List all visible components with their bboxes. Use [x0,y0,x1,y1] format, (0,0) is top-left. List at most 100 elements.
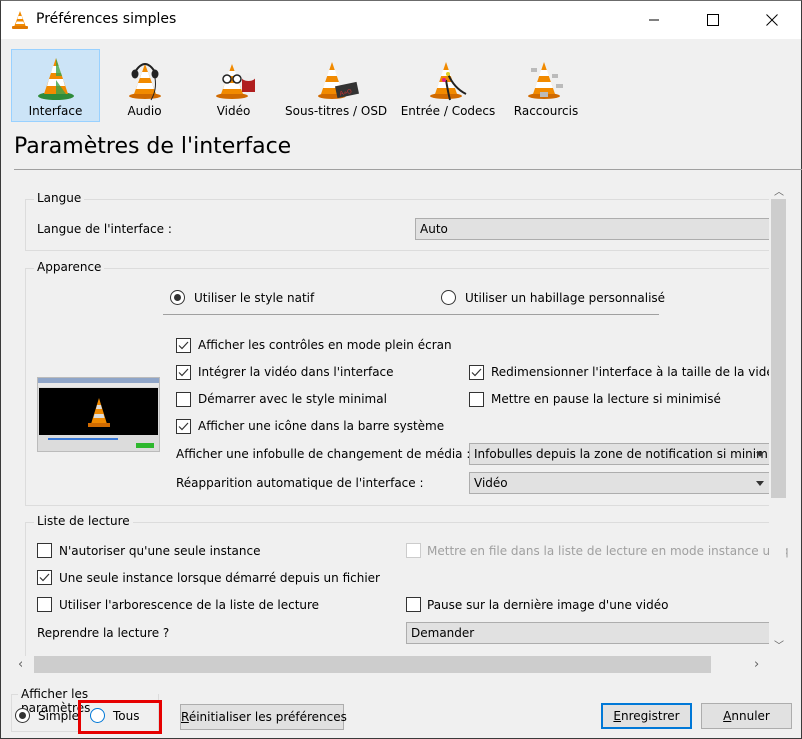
tab-input-codecs-label: Entrée / Codecs [400,104,496,118]
custom-skin-label: Utiliser un habillage personnalisé [465,291,666,305]
tab-shortcuts-label: Raccourcis [513,104,579,118]
group-langue-title: Langue [34,191,85,205]
minimal-style-checkbox[interactable] [176,392,191,407]
scroll-down-icon[interactable]: ﹀ [774,637,784,652]
pause-minimized-label: Mettre en pause la lecture si minimisé [491,392,721,406]
tab-audio[interactable]: Audio [100,49,189,122]
preferences-window: Préférences simples Interface Audio Vidé… [0,0,802,739]
minimize-icon [649,19,659,21]
category-toolbar: Interface Audio Vidéo A»O Sous-titres / … [1,39,801,123]
resize-interface-label: Redimensionner l'interface à la taille d… [491,365,782,379]
group-apparence: Apparence Utiliser le style natif Utilis… [25,260,785,506]
window-title: Préférences simples [36,11,177,27]
reset-label: éinitialiser les préférences [188,710,347,724]
preview-vlc-cone-icon [88,398,110,427]
vertical-scroll-thumb[interactable] [771,199,786,498]
native-style-radio[interactable] [170,290,185,305]
tab-video[interactable]: Vidéo [189,49,278,122]
embed-video-checkbox[interactable] [176,365,191,380]
title-bar: Préférences simples [1,1,801,39]
reset-mnemonic: R [181,710,189,724]
tab-video-label: Vidéo [216,104,251,118]
style-divider [163,314,659,315]
preview-seekbar [48,438,118,440]
auto-reappear-label: Réapparition automatique de l'interface … [176,476,424,490]
horizontal-scrollbar[interactable]: ‹ › [14,656,769,673]
tab-audio-label: Audio [127,104,162,118]
systray-icon-label: Afficher une icône dans la barre système [198,419,445,433]
preview-volume [136,443,154,448]
interface-language-combo[interactable]: Auto [415,218,775,240]
enqueue-instance-label: Mettre en file dans la liste de lecture … [427,544,789,558]
save-button[interactable]: Enregistrer [601,703,692,729]
media-tooltip-value: Infobulles depuis la zone de notificatio… [474,447,768,461]
highlight-annotation [78,700,162,734]
systray-icon-checkbox[interactable] [176,419,191,434]
checkmark-icon [178,368,189,377]
single-instance-checkbox[interactable] [37,543,52,558]
media-tooltip-combo[interactable]: Infobulles depuis la zone de notificatio… [469,443,771,465]
close-button[interactable] [749,1,795,39]
media-tooltip-label: Afficher une infobulle de changement de … [176,447,471,461]
minimal-style-label: Démarrer avec le style minimal [198,392,387,406]
interface-language-value: Auto [420,222,448,236]
vlc-cone-cables-icon [430,62,467,101]
preview-menubar [38,383,159,387]
tab-shortcuts[interactable]: Raccourcis [510,49,582,122]
scroll-right-icon[interactable]: › [754,657,759,672]
native-style-label: Utiliser le style natif [194,291,315,305]
group-apparence-title: Apparence [34,260,105,274]
simple-radio[interactable] [15,708,30,723]
horizontal-scroll-thumb[interactable] [34,656,711,673]
pause-minimized-checkbox[interactable] [469,392,484,407]
scroll-up-icon[interactable]: ︿ [774,183,784,198]
pause-last-frame-label: Pause sur la dernière image d'une vidéo [427,598,669,612]
vlc-cone-keys-icon [528,62,563,99]
vlc-logo-icon [12,11,28,29]
single-instance-label: N'autoriser qu'une seule instance [59,544,261,558]
vertical-scrollbar[interactable]: ︿ ﹀ [769,179,786,656]
cancel-button[interactable]: Annuler [701,703,792,729]
playlist-tree-checkbox[interactable] [37,597,52,612]
playlist-tree-label: Utiliser l'arborescence de la liste de l… [59,598,320,612]
pause-last-frame-checkbox[interactable] [406,597,421,612]
settings-scroll-area: Langue Langue de l'interface : Auto Appa… [14,179,789,656]
tab-subtitles-osd[interactable]: A»O Sous-titres / OSD [284,49,388,122]
single-instance-file-label: Une seule instance lorsque démarré depui… [59,571,380,585]
custom-skin-radio[interactable] [441,290,456,305]
interface-preview-image [37,377,160,452]
save-label: nregistrer [621,709,680,723]
cancel-label: nnuler [731,709,770,723]
interface-language-label: Langue de l'interface : [37,222,172,236]
auto-reappear-combo[interactable]: Vidéo [469,472,771,494]
resume-playback-label: Reprendre la lecture ? [37,626,170,640]
auto-reappear-value: Vidéo [474,476,508,490]
checkmark-icon [39,573,50,582]
simple-label: Simple [38,709,79,723]
tab-input-codecs[interactable]: Entrée / Codecs [398,49,498,122]
reset-preferences-button[interactable]: Réinitialiser les préférences [180,704,347,730]
fullscreen-controls-checkbox[interactable] [176,338,191,353]
scroll-left-icon[interactable]: ‹ [18,657,23,672]
group-playlist: Liste de lecture N'autoriser qu'une seul… [25,514,789,656]
vlc-cone-headphones-icon [128,63,161,101]
vlc-cone-display-icon: A»O [318,62,360,99]
single-instance-file-checkbox[interactable] [37,570,52,585]
dropdown-arrow-icon [756,481,764,486]
page-title: Paramètres de l'interface [14,134,292,159]
tab-subtitles-osd-label: Sous-titres / OSD [285,104,388,118]
resize-interface-checkbox[interactable] [469,365,484,380]
svg-text:A»O: A»O [339,88,353,97]
minimize-button[interactable] [631,1,677,39]
checkmark-icon [178,422,189,431]
resume-playback-value: Demander [411,626,475,640]
checkmark-icon [178,341,189,350]
enqueue-instance-checkbox[interactable] [406,543,421,558]
maximize-button[interactable] [690,1,736,39]
tab-interface[interactable]: Interface [11,49,100,122]
title-divider [14,169,802,170]
resume-playback-combo[interactable]: Demander [406,622,778,644]
vlc-cone-interface-icon [37,58,74,100]
group-langue: Langue Langue de l'interface : Auto [25,191,785,251]
embed-video-label: Intégrer la vidéo dans l'interface [198,365,394,379]
